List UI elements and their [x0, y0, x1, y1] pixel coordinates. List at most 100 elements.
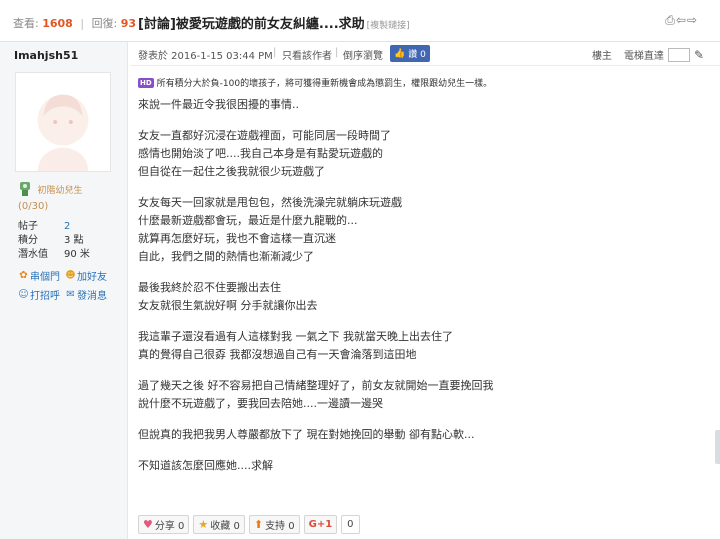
favorite-label: 收藏 0	[210, 521, 240, 532]
post-line: 我這輩子還沒看過有人這樣對我 一氣之下 我就當天晚上出去住了	[138, 330, 453, 343]
floor-jump-input[interactable]	[667, 47, 690, 62]
send-message-label: 發消息	[77, 291, 107, 302]
scrollbar-handle[interactable]	[715, 430, 720, 464]
post-line: 感情也開始淡了吧....我自己本身是有點愛玩遊戲的	[138, 147, 383, 160]
heart-icon: ♥	[143, 518, 153, 531]
avatar[interactable]	[15, 72, 111, 172]
post-line: 但說真的我把我男人尊嚴都放下了 現在對她挽回的舉動 卻有點心軟...	[138, 428, 475, 441]
stat-key: 帖子	[18, 221, 38, 232]
facebook-like-button[interactable]: 👍 讚 0	[390, 45, 430, 62]
replies-label: 回復:	[91, 17, 118, 30]
meta-divider-line	[130, 65, 720, 66]
post-line: 女友每天一回家就是甩包包，然後洗澡完就躺床玩遊戲	[138, 196, 402, 209]
notice-text: 所有積分大於負-100的壞孩子，將可獲得重新機會成為懲罰生，權限跟幼兒生一樣。	[156, 79, 493, 89]
print-icon[interactable]: ⎙	[665, 13, 676, 27]
post-line: 但自從在一起住之後我就很少玩遊戲了	[138, 165, 325, 178]
stat-key: 潛水值	[18, 249, 48, 260]
replies-count: 93	[120, 17, 137, 30]
rank-label[interactable]: 初階幼兒生	[38, 186, 83, 196]
add-friend-icon: ☻	[65, 270, 76, 281]
post-line: 來說一件最近令我很困擾的事情..	[138, 98, 299, 111]
stat-value[interactable]: 2	[64, 220, 70, 234]
stat-key: 積分	[18, 235, 38, 246]
share-label: 分享 0	[154, 521, 185, 532]
stat-value: 90 米	[64, 249, 90, 260]
views-label: 查看:	[13, 17, 39, 30]
post-line: 真的覺得自己很孬 我都沒想過自己有一天會淪落到這田地	[138, 348, 417, 361]
thread-tools: ⎙⇦⇨	[665, 13, 698, 28]
support-button[interactable]: ⬆ 支持 0	[248, 515, 300, 534]
thread-title: [討論]被愛玩遊戲的前女友糾纏....求助 [複製鏈接]	[138, 13, 410, 32]
thread-stats: 查看: 1608 | 回復: 93	[13, 15, 136, 31]
post-content: 來說一件最近令我很困擾的事情.. 女友一直都好沉浸在遊戲裡面，可能同居一段時間了感…	[138, 96, 708, 475]
stat-value: 3 點	[64, 235, 84, 246]
visit-label: 串個門	[30, 272, 60, 283]
next-thread-icon[interactable]: ⇨	[687, 13, 698, 27]
default-avatar-icon	[16, 73, 110, 171]
author-sidebar: Imahjsh51 初階幼兒生 (0/30) 帖子 2 積分 3 點 潛水值 9…	[0, 42, 128, 539]
google-plus-count: 0	[341, 515, 360, 534]
author-stat-posts: 帖子 2	[18, 220, 118, 234]
add-friend-button[interactable]: ☻ 加好友	[65, 268, 107, 283]
star-icon: ★	[198, 518, 209, 531]
like-label: 讚 0	[408, 50, 426, 60]
meta-divider: |	[273, 47, 277, 58]
visit-button[interactable]: ✿ 串個門	[18, 268, 60, 283]
floor-jump: 樓主 電梯直達 ✎	[592, 47, 704, 62]
greet-label: 打招呼	[30, 291, 60, 302]
post-line: 不知道該怎麼回應她....求解	[138, 459, 273, 472]
message-icon: ✉	[66, 289, 75, 300]
author-username[interactable]: Imahjsh51	[14, 49, 78, 62]
post-line: 最後我終於忍不住要搬出去住	[138, 281, 281, 294]
thread-header: 查看: 1608 | 回復: 93 [討論]被愛玩遊戲的前女友糾纏....求助[…	[0, 0, 720, 42]
thread-title-text: [討論]被愛玩遊戲的前女友糾纏....求助	[138, 17, 365, 32]
author-stat-lurk: 潛水值 90 米	[18, 248, 118, 262]
share-button[interactable]: ♥ 分享 0	[138, 515, 190, 534]
post-line: 就算再怎麼好玩，我也不會這樣一直沉迷	[138, 232, 336, 245]
pen-icon[interactable]: ✎	[694, 48, 704, 62]
stats-divider: |	[80, 17, 85, 30]
send-message-button[interactable]: ✉ 發消息	[65, 287, 107, 302]
reverse-order-link[interactable]: 倒序瀏覽	[343, 47, 383, 62]
prev-thread-icon[interactable]: ⇦	[676, 13, 687, 27]
google-plus-button[interactable]: G+1	[303, 515, 338, 534]
rank-score: (0/30)	[18, 201, 49, 212]
post-line: 女友就很生氣說好啊 分手就讓你出去	[138, 299, 318, 312]
meta-divider: |	[335, 47, 339, 58]
author-actions-row: ☺ 打招呼 ✉ 發消息	[18, 287, 107, 302]
author-actions-row: ✿ 串個門 ☻ 加好友	[18, 268, 107, 283]
floor-label: 樓主	[591, 51, 612, 62]
author-rank: 初階幼兒生	[18, 181, 83, 197]
add-friend-label: 加好友	[77, 272, 107, 283]
views-count: 1608	[42, 17, 73, 30]
flower-icon: ✿	[19, 270, 28, 281]
hd-badge-icon: HD	[138, 77, 154, 88]
arrow-up-icon: ⬆	[253, 518, 264, 531]
post-line: 自此，我們之間的熱情也漸漸減少了	[138, 250, 314, 263]
post-line: 什麼最新遊戲都會玩，最近是什麼九龍戰的...	[138, 214, 358, 227]
post-line: 女友一直都好沉浸在遊戲裡面，可能同居一段時間了	[138, 129, 391, 142]
favorite-button[interactable]: ★ 收藏 0	[193, 515, 245, 534]
post-date: 發表於 2016-1-15 03:44 PM	[138, 51, 273, 62]
jump-label: 電梯直達	[623, 51, 664, 62]
author-stats: 帖子 2 積分 3 點 潛水值 90 米	[18, 220, 118, 262]
google-plus-icon: G+1	[308, 519, 333, 530]
author-only-link[interactable]: 只看該作者	[282, 47, 332, 62]
copy-link-button[interactable]: [複製鏈接]	[367, 21, 410, 31]
post-meta: 發表於 2016-1-15 03:44 PM | 只看該作者 | 倒序瀏覽 👍 …	[138, 45, 712, 63]
rank-badge-icon	[18, 181, 32, 197]
post-actions: ♥ 分享 0 ★ 收藏 0 ⬆ 支持 0 G+1 0	[138, 515, 360, 534]
greet-icon: ☺	[18, 289, 29, 300]
support-label: 支持 0	[265, 521, 295, 532]
greet-button[interactable]: ☺ 打招呼	[18, 287, 60, 302]
forum-notice: HD 所有積分大於負-100的壞孩子，將可獲得重新機會成為懲罰生，權限跟幼兒生一…	[138, 76, 492, 89]
post-line: 過了幾天之後 好不容易把自己情緒整理好了，前女友就開始一直要挽回我	[138, 379, 494, 392]
thumbs-up-icon: 👍	[394, 48, 406, 59]
